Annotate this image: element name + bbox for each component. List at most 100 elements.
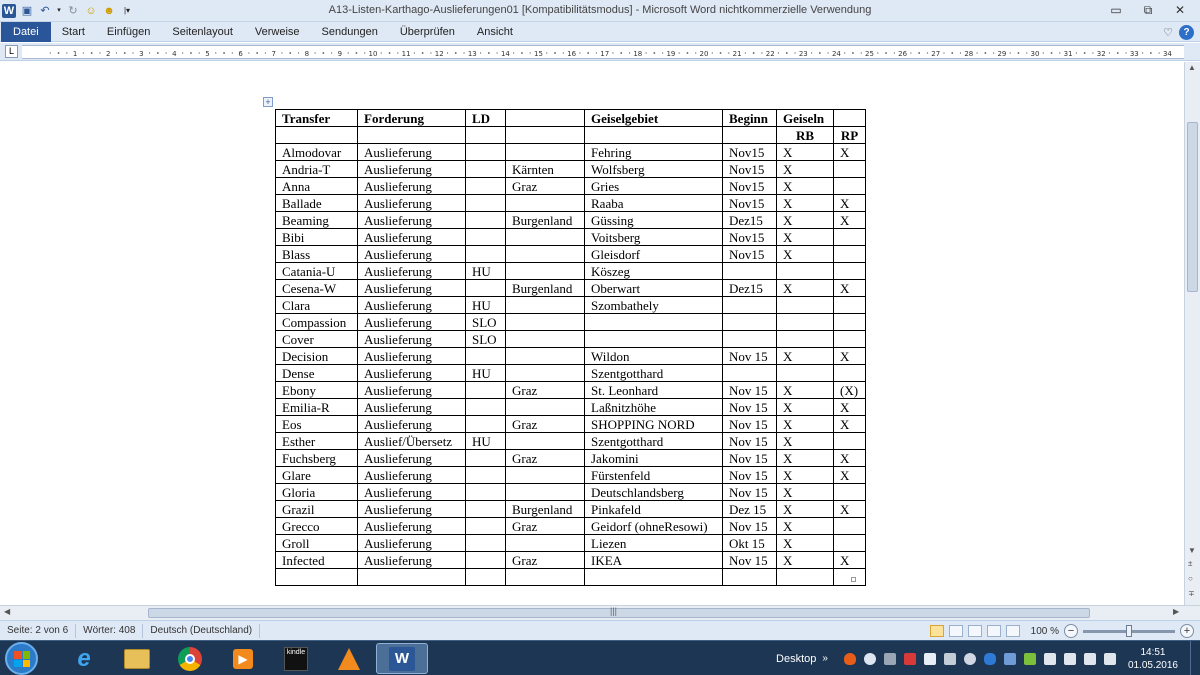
cell-rb[interactable] <box>776 262 834 280</box>
cell-geiselgebiet[interactable]: Fehring <box>584 143 723 161</box>
cell-region[interactable]: Graz <box>505 177 585 195</box>
cell-rb[interactable]: X <box>776 432 834 450</box>
scroll-down-icon[interactable]: ▼ <box>1188 546 1196 555</box>
tray-device-icon[interactable] <box>1063 652 1076 665</box>
cell-beginn[interactable]: Dez15 <box>722 211 777 229</box>
cell-transfer[interactable]: Bibi <box>275 228 358 246</box>
cell-rp[interactable]: X <box>833 211 866 229</box>
cell-transfer[interactable]: Eos <box>275 415 358 433</box>
cell-transfer[interactable]: Andria-T <box>275 160 358 178</box>
cell-rp[interactable]: X <box>833 279 866 297</box>
vertical-scrollbar[interactable]: ▲ ▼ ± ○ ∓ <box>1184 62 1200 605</box>
zoom-slider[interactable] <box>1083 624 1175 637</box>
cell-beginn[interactable] <box>722 262 777 280</box>
cell-transfer[interactable]: Anna <box>275 177 358 195</box>
cell-ld[interactable] <box>465 228 506 246</box>
cell-region[interactable]: Graz <box>505 449 585 467</box>
cell-forderung[interactable]: Auslieferung <box>357 551 466 569</box>
cell-forderung[interactable]: Auslieferung <box>357 262 466 280</box>
cell-beginn[interactable]: Nov 15 <box>722 466 777 484</box>
cell-rb[interactable] <box>776 364 834 382</box>
cell-geiselgebiet[interactable]: Voitsberg <box>584 228 723 246</box>
cell-ld[interactable] <box>465 398 506 416</box>
cell-geiselgebiet[interactable]: Köszeg <box>584 262 723 280</box>
tray-power-icon[interactable] <box>1023 652 1036 665</box>
cell-transfer[interactable]: Ebony <box>275 381 358 399</box>
cell-rb[interactable]: X <box>776 415 834 433</box>
cell-transfer[interactable]: Groll <box>275 534 358 552</box>
cell-region[interactable] <box>505 296 585 314</box>
cell-rp[interactable] <box>833 568 866 586</box>
help-icon[interactable]: ? <box>1179 24 1194 40</box>
cell-rp[interactable]: X <box>833 466 866 484</box>
cell-geiselgebiet[interactable]: Deutschlandsberg <box>584 483 723 501</box>
cell-rp[interactable] <box>833 364 866 382</box>
cell-forderung[interactable]: Auslieferung <box>357 534 466 552</box>
redo-icon[interactable]: ↻ <box>66 4 80 18</box>
cell-region[interactable]: Burgenland <box>505 500 585 518</box>
zoom-slider-knob[interactable] <box>1126 624 1132 637</box>
tray-monitor-icon[interactable] <box>1003 652 1016 665</box>
horizontal-ruler[interactable]: 1 2 3 4 5 6 7 8 9 10 11 12 13 14 15 16 17 18 19 20 21 22 23 24 2… <box>22 45 1184 59</box>
cell-geiselgebiet[interactable] <box>584 330 723 348</box>
cell-geiselgebiet[interactable]: Fürstenfeld <box>584 466 723 484</box>
zoom-in-icon[interactable]: + <box>1180 624 1194 638</box>
cell-forderung[interactable]: Auslieferung <box>357 296 466 314</box>
cell-transfer[interactable]: Ballade <box>275 194 358 212</box>
cell-ld[interactable] <box>465 381 506 399</box>
cell-beginn[interactable]: Nov15 <box>722 194 777 212</box>
cell-beginn[interactable]: Nov15 <box>722 177 777 195</box>
tray-printer-icon[interactable] <box>943 652 956 665</box>
cell-rb[interactable]: X <box>776 500 834 518</box>
full-screen-reading-view-icon[interactable] <box>948 625 963 637</box>
cell-rp[interactable]: X <box>833 415 866 433</box>
cell-geiselgebiet[interactable]: Wolfsberg <box>584 160 723 178</box>
cell-transfer[interactable]: Fuchsberg <box>275 449 358 467</box>
cell-region[interactable]: Burgenland <box>505 211 585 229</box>
cell-rp[interactable]: X <box>833 449 866 467</box>
web-layout-view-icon[interactable] <box>967 625 982 637</box>
cell-rb[interactable]: X <box>776 381 834 399</box>
word-app-icon[interactable]: W <box>2 4 16 18</box>
cell-rb[interactable] <box>776 568 834 586</box>
cell-forderung[interactable]: Auslieferung <box>357 177 466 195</box>
cell-region[interactable]: Kärnten <box>505 160 585 178</box>
cell-forderung[interactable]: Auslieferung <box>357 483 466 501</box>
cell-rb[interactable]: X <box>776 194 834 212</box>
cell-transfer[interactable]: Cover <box>275 330 358 348</box>
cell-rp[interactable] <box>833 330 866 348</box>
taskbar-kindle[interactable]: kindle <box>270 643 322 674</box>
taskbar-word[interactable]: W <box>376 643 428 674</box>
cell-rb[interactable]: X <box>776 466 834 484</box>
taskbar-clock[interactable]: 14:51 01.05.2016 <box>1128 646 1178 672</box>
taskbar-file-explorer[interactable] <box>111 643 163 674</box>
outline-view-icon[interactable] <box>986 625 1001 637</box>
cell-beginn[interactable]: Nov 15 <box>722 415 777 433</box>
tab-selector-button[interactable]: L <box>5 45 18 58</box>
cell-forderung[interactable]: Auslieferung <box>357 211 466 229</box>
page-counter[interactable]: Seite: 2 von 6 <box>0 623 77 638</box>
cell-geiselgebiet[interactable]: Laßnitzhöhe <box>584 398 723 416</box>
cell-beginn[interactable]: Dez 15 <box>722 500 777 518</box>
cell-ld[interactable] <box>465 449 506 467</box>
cell-rb[interactable]: X <box>776 211 834 229</box>
cell-beginn[interactable]: Nov15 <box>722 143 777 161</box>
bluetooth-icon[interactable] <box>983 652 996 665</box>
cell-rb[interactable]: X <box>776 551 834 569</box>
cell-ld[interactable] <box>465 551 506 569</box>
draft-view-icon[interactable] <box>1005 625 1020 637</box>
cell-forderung[interactable]: Auslieferung <box>357 381 466 399</box>
cell-rp[interactable] <box>833 177 866 195</box>
taskbar-internet-explorer[interactable]: e <box>58 643 110 674</box>
cell-rb[interactable]: X <box>776 398 834 416</box>
cell-ld[interactable] <box>465 279 506 297</box>
document-page[interactable]: + Transfer Forderung LD Geiselgebiet Beg… <box>0 62 1183 605</box>
cell-region[interactable] <box>505 466 585 484</box>
cell-rp[interactable] <box>833 160 866 178</box>
cell-beginn[interactable]: Nov15 <box>722 228 777 246</box>
browse-object-icon[interactable]: ○ <box>1188 574 1193 583</box>
tray-gear-icon[interactable] <box>963 652 976 665</box>
cell-region[interactable] <box>505 228 585 246</box>
cell-ld[interactable] <box>465 194 506 212</box>
zoom-level[interactable]: 100 % <box>1031 626 1059 637</box>
